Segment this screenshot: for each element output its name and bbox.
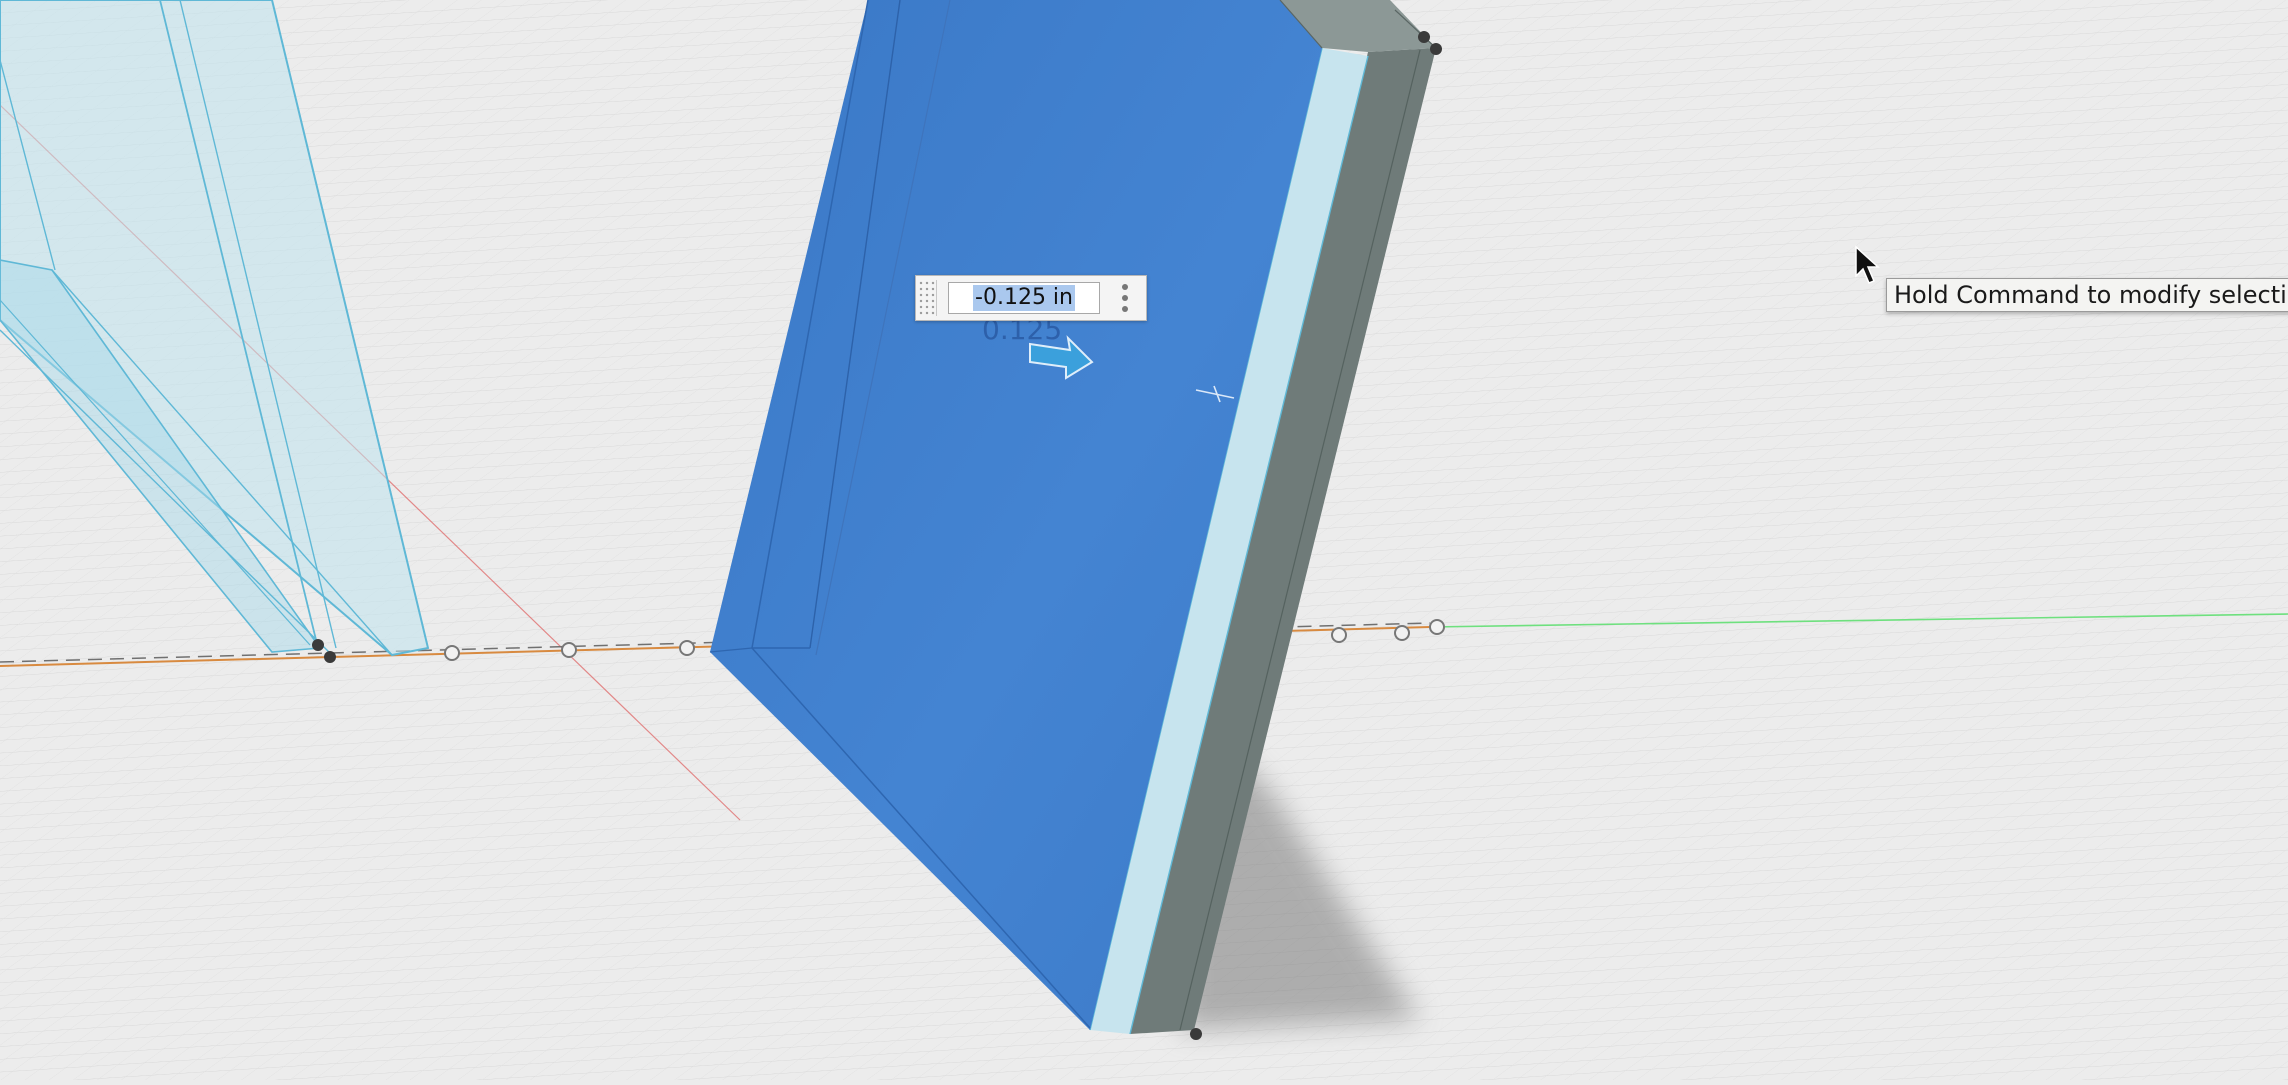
distance-value[interactable]: -0.125 in — [973, 285, 1075, 311]
distance-input[interactable]: -0.125 in — [948, 282, 1100, 314]
grip-icon[interactable] — [918, 280, 937, 316]
canvas-viewport[interactable]: 0.125 -0.125 in Hold Command to modify s… — [0, 0, 2288, 1080]
tooltip: Hold Command to modify selection — [1886, 278, 2288, 312]
overflow-menu-icon[interactable] — [1112, 282, 1138, 314]
scene-svg[interactable] — [0, 0, 2288, 1080]
dimension-input-panel[interactable]: -0.125 in — [915, 275, 1147, 321]
